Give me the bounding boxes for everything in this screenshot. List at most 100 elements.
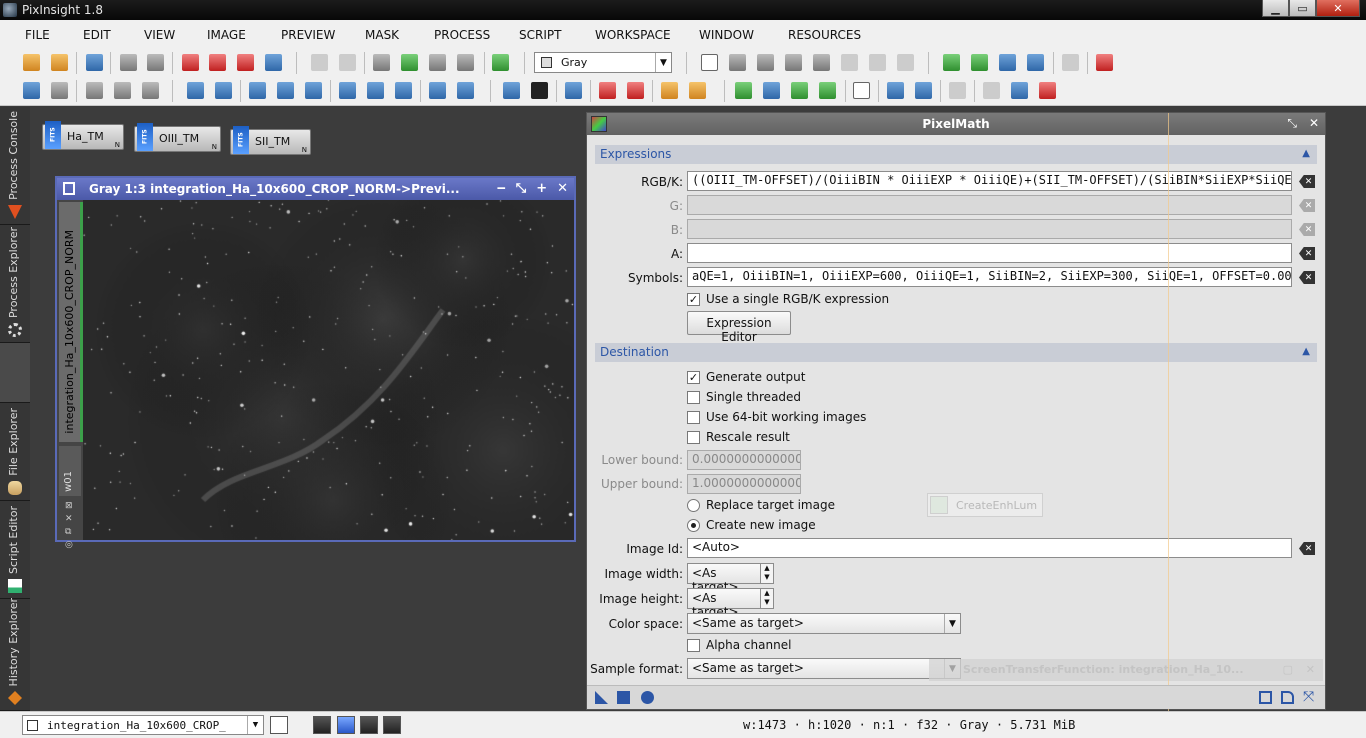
24bit-lut-icon[interactable] [531, 82, 548, 99]
sidetab-script-editor[interactable]: Script Editor [0, 501, 30, 599]
display-channel-icon[interactable] [503, 82, 520, 99]
edit-process-icon[interactable] [763, 82, 780, 99]
replace-target-radio[interactable] [687, 499, 700, 512]
stop-icon[interactable] [1039, 82, 1056, 99]
download-icon[interactable] [887, 82, 904, 99]
process-container-icon[interactable] [819, 82, 836, 99]
center-mode-icon[interactable] [785, 54, 802, 71]
workspace-1-icon[interactable] [313, 716, 331, 734]
swap-back-icon[interactable] [142, 82, 159, 99]
apply-global-icon[interactable] [617, 691, 630, 704]
mask-show-icon[interactable] [599, 82, 616, 99]
pan-mode-icon[interactable] [757, 54, 774, 71]
lock-icon[interactable]: ⊠ [65, 500, 73, 513]
image-id-field[interactable]: <Auto> [687, 538, 1292, 558]
open-file-icon[interactable] [23, 54, 40, 71]
use-64bit-checkbox[interactable] [687, 411, 700, 424]
close-others-icon[interactable] [237, 54, 254, 71]
image-window-titlebar[interactable]: Gray 1:3 integration_Ha_10x600_CROP_NORM… [57, 178, 574, 200]
shade-icon[interactable]: ⤡ [516, 181, 526, 196]
close-window-button[interactable]: ✕ [1316, 0, 1360, 17]
image-width-spinner[interactable]: ▲ ▼ [760, 563, 774, 584]
clear-icon[interactable]: ✕ [1299, 247, 1315, 260]
sample-format-combo[interactable]: <Same as target> ▼ [687, 658, 961, 679]
new-process-icon[interactable] [735, 82, 752, 99]
menu-window[interactable]: WINDOW [699, 28, 754, 42]
close-icon[interactable]: ✕ [557, 181, 568, 196]
close-icon[interactable]: ✕ [1309, 116, 1319, 131]
arrange-icon[interactable] [999, 54, 1016, 71]
fit-window-icon[interactable] [395, 82, 412, 99]
menu-file[interactable]: FILE [25, 28, 50, 42]
workspace-3-icon[interactable] [360, 716, 378, 734]
collapse-icon[interactable]: ▲ [1302, 148, 1310, 159]
view-icon[interactable] [270, 716, 288, 734]
fit-all-icon[interactable] [367, 82, 384, 99]
duplicate-icon[interactable] [373, 54, 390, 71]
pixelmath-window[interactable]: PixelMath ⤡ ✕ Expressions ▲ RGB/K: ((OII… [586, 112, 1326, 711]
b-expression-field[interactable] [687, 219, 1292, 239]
fit-view-icon[interactable] [339, 82, 356, 99]
clear-icon[interactable]: ✕ [1299, 199, 1315, 212]
color-space-combo[interactable]: <Same as target> ▼ [687, 613, 961, 634]
clear-icon[interactable]: ✕ [1299, 223, 1315, 236]
reset-icon[interactable]: ⤧ [1303, 690, 1316, 704]
move-mode-icon[interactable] [813, 54, 830, 71]
upload-icon[interactable] [915, 82, 932, 99]
single-rgbk-checkbox[interactable]: ✓ [687, 293, 700, 306]
new-image-icon[interactable] [401, 54, 418, 71]
undo-icon[interactable] [311, 54, 328, 71]
menu-process[interactable]: PROCESS [434, 28, 490, 42]
collapse-icon[interactable]: ▲ [1302, 346, 1310, 357]
delete-icons-icon[interactable] [1096, 54, 1113, 71]
zoom-fit-icon[interactable] [277, 82, 294, 99]
target-icon[interactable]: ◎ [65, 539, 73, 552]
destination-section[interactable]: Destination ▲ [595, 343, 1317, 362]
rgbk-expression-field[interactable]: ((OIII_TM-OFFSET)/(OiiiBIN * OiiiEXP * O… [687, 171, 1292, 191]
clear-icon[interactable]: ✕ [1299, 175, 1315, 188]
history-icon[interactable] [983, 82, 1000, 99]
image-icon-ha[interactable]: FITS Ha_TM N [42, 121, 124, 150]
readout-mode-icon[interactable] [701, 54, 718, 71]
browse-documentation-icon[interactable] [1259, 691, 1272, 704]
color-space-select[interactable]: Gray ▼ [534, 52, 672, 73]
cascade-icon[interactable] [1062, 54, 1079, 71]
workspace-2-icon[interactable] [337, 716, 355, 734]
refresh-icon[interactable] [1011, 82, 1028, 99]
zoom-mode-icon[interactable] [729, 54, 746, 71]
new-preview-icon[interactable] [492, 54, 509, 71]
copy-image-icon[interactable] [429, 54, 446, 71]
menu-view[interactable]: VIEW [144, 28, 175, 42]
clear-icon[interactable]: ✕ [1299, 271, 1315, 284]
history-back-icon[interactable] [949, 82, 966, 99]
create-new-radio[interactable] [687, 519, 700, 532]
real-time-preview-icon[interactable] [1281, 691, 1294, 704]
dynamic-mode-icon[interactable] [869, 54, 886, 71]
menu-workspace[interactable]: WORKSPACE [595, 28, 671, 42]
zoom-to-fit-icon[interactable] [305, 82, 322, 99]
image-width-field[interactable]: <As target> [687, 563, 761, 594]
generate-output-checkbox[interactable]: ✓ [687, 371, 700, 384]
sidetab-history-explorer[interactable]: History Explorer [0, 598, 30, 711]
open-folder-icon[interactable] [51, 54, 68, 71]
shade-icon[interactable]: ⤡ [1287, 116, 1297, 131]
tab-main-view[interactable]: integration_Ha_10x600_CROP_NORM [59, 202, 83, 442]
zoom-1-1-icon[interactable] [249, 82, 266, 99]
save-as-icon[interactable] [147, 54, 164, 71]
rescale-result-checkbox[interactable] [687, 431, 700, 444]
g-expression-field[interactable] [687, 195, 1292, 215]
menu-mask[interactable]: MASK [365, 28, 399, 42]
redo-icon[interactable] [339, 54, 356, 71]
a-expression-field[interactable] [687, 243, 1292, 263]
image-grid-icon[interactable] [265, 54, 282, 71]
swap-icon[interactable] [86, 82, 103, 99]
image-height-field[interactable]: <As target> [687, 588, 761, 619]
sidetab-process-explorer[interactable]: Process Explorer [0, 225, 30, 343]
add-window-icon[interactable] [943, 54, 960, 71]
add-preview-icon[interactable] [971, 54, 988, 71]
image-icon-oiii[interactable]: FITS OIII_TM N [134, 123, 221, 152]
minimize-button[interactable]: ▁ [1262, 0, 1289, 17]
upper-bound-field[interactable]: 1.000000000000000 [687, 474, 801, 494]
menu-preview[interactable]: PREVIEW [281, 28, 335, 42]
expression-editor-button[interactable]: Expression Editor [687, 311, 791, 344]
